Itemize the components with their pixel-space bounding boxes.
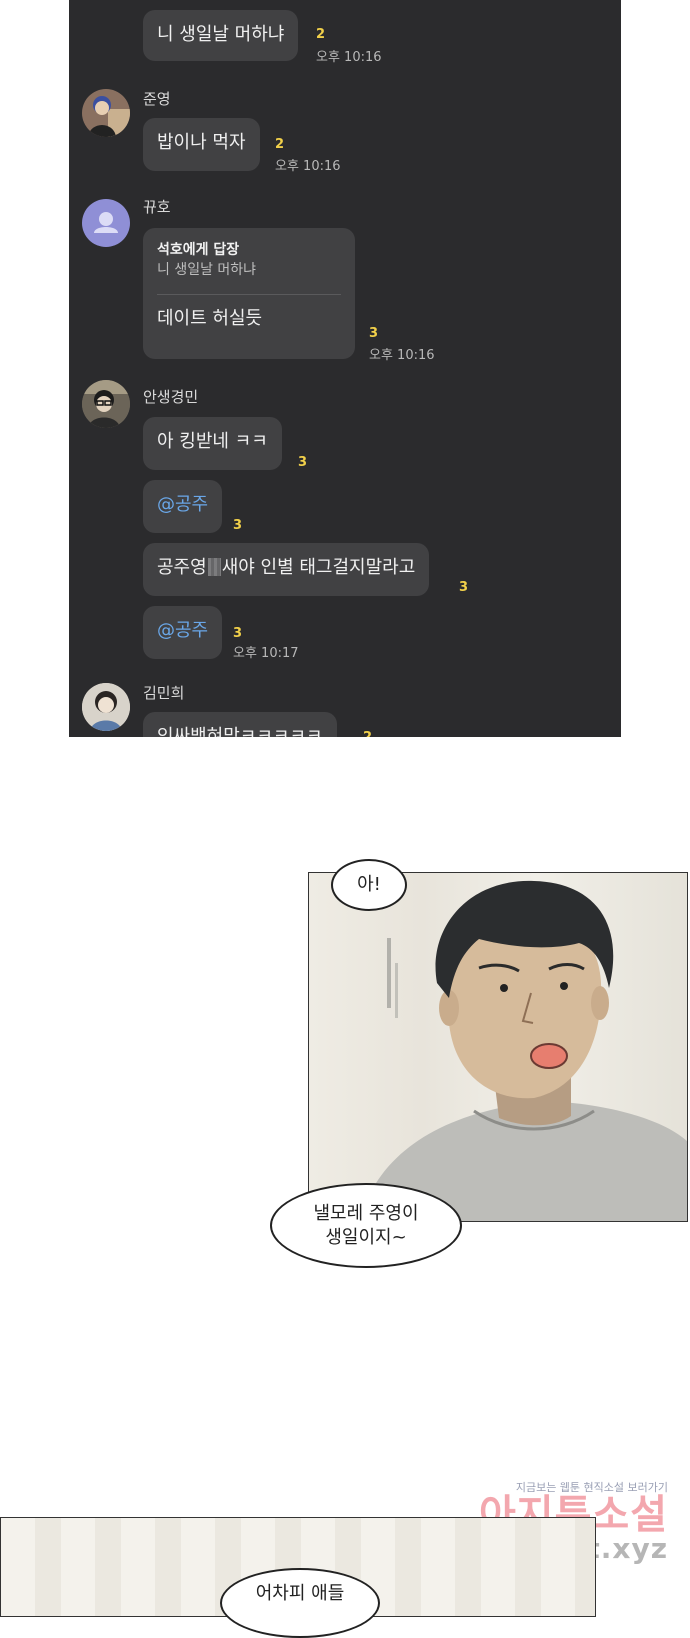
message-text-part: 새야 인별 태그걸지말라고 — [221, 557, 416, 578]
message-bubble: @공주 — [143, 606, 223, 659]
mention-link[interactable]: @공주 — [157, 494, 208, 515]
unread-count: 2 — [363, 730, 372, 737]
message-time: 오후 10:16 — [369, 348, 435, 363]
default-profile-icon — [94, 212, 118, 233]
message-time: 오후 10:16 — [316, 50, 382, 65]
message-text-part: 공주영 — [157, 557, 207, 578]
chat-screenshot: 니 생일날 머하냐 2 오후 10:16 준영 밥이나 먹자 2 오후 10:1… — [69, 0, 621, 737]
unread-count: 3 — [233, 626, 243, 641]
unread-count: 3 — [459, 580, 469, 595]
message-text: 데이트 허실듯 — [157, 308, 263, 329]
message-time: 오후 10:17 — [233, 646, 299, 661]
message-bubble: 인싸백혀망ㅋㅋㅋㅋㅋ — [143, 712, 337, 737]
message-bubble: 밥이나 먹자 — [143, 118, 260, 171]
unread-count: 3 — [298, 455, 308, 470]
comic-panel — [308, 872, 688, 1222]
speech-text-line: 낼모레 주영이 — [313, 1202, 419, 1224]
unread-count: 2 — [275, 137, 285, 152]
message-bubble: 공주영 새야 인별 태그걸지말라고 — [143, 543, 430, 596]
reply-bubble: 석호에게 답장 니 생일날 머하냐 데이트 허실듯 — [143, 228, 355, 359]
unread-count: 2 — [316, 27, 326, 42]
message-text: 밥이나 먹자 — [157, 132, 246, 153]
mention-link[interactable]: @공주 — [157, 620, 208, 641]
speech-bubble: 아! — [331, 859, 407, 911]
message-time: 오후 10:16 — [275, 159, 341, 174]
avatar-image-icon — [82, 89, 130, 137]
message-bubble: 니 생일날 머하냐 — [143, 10, 299, 61]
avatar — [82, 89, 130, 137]
message-bubble: 아 킹받네 ㅋㅋ — [143, 417, 282, 470]
reply-title: 석호에게 답장 — [157, 242, 240, 258]
unread-count: 3 — [369, 326, 379, 341]
message-text: 인싸백혀망ㅋㅋㅋㅋㅋ — [157, 726, 323, 737]
censored-block — [207, 558, 221, 576]
reply-divider — [157, 294, 341, 295]
speech-text: 아! — [357, 874, 381, 895]
reply-quote: 니 생일날 머하냐 — [157, 262, 257, 278]
message-text: 아 킹받네 ㅋㅋ — [157, 431, 268, 452]
sender-name: 김민희 — [143, 684, 185, 702]
unread-count: 3 — [233, 518, 243, 533]
sender-name: 준영 — [143, 90, 171, 108]
sender-name: 안생경민 — [143, 388, 199, 406]
avatar — [82, 199, 130, 247]
speech-bubble: 어차피 애들 — [220, 1568, 380, 1638]
avatar-image-icon — [82, 380, 130, 428]
speech-text-line: 생일이지~ — [325, 1226, 407, 1248]
speech-text: 어차피 애들 — [255, 1583, 345, 1604]
character-illustration-icon — [359, 880, 687, 1221]
avatar — [82, 683, 130, 731]
speech-bubble: 낼모레 주영이 생일이지~ — [270, 1183, 462, 1268]
message-bubble: @공주 — [143, 480, 223, 533]
avatar — [82, 380, 130, 428]
sender-name: 뀨호 — [143, 198, 171, 216]
avatar-image-icon — [82, 683, 130, 731]
message-text: 니 생일날 머하냐 — [157, 24, 285, 45]
